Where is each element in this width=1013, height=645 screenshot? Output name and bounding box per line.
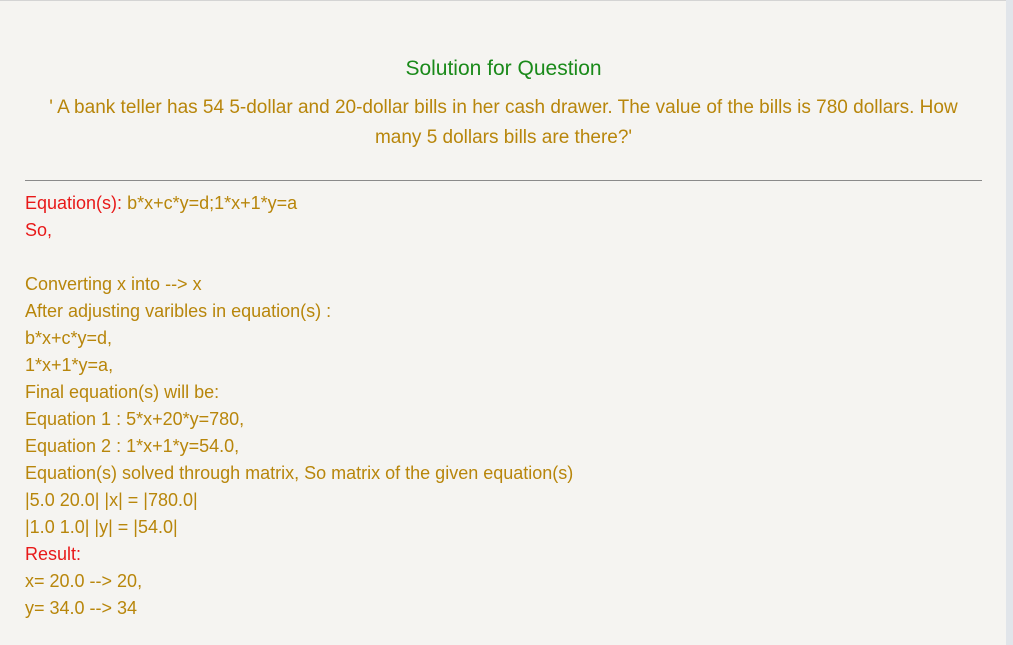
divider	[25, 180, 982, 181]
adjusted-equation-2: 1*x+1*y=a,	[25, 355, 114, 375]
equation-1: Equation 1 : 5*x+20*y=780,	[25, 409, 245, 429]
equation-2: Equation 2 : 1*x+1*y=54.0,	[25, 436, 240, 456]
converting-line: Converting x into --> x	[25, 274, 202, 294]
equations-line: Equation(s): b*x+c*y=d;1*x+1*y=a	[25, 190, 982, 217]
matrix-row-1: |5.0 20.0| |x| = |780.0|	[25, 490, 198, 510]
equations-label: Equation(s):	[25, 193, 123, 213]
solution-container: Solution for Question ' A bank teller ha…	[25, 0, 982, 622]
matrix-label: Equation(s) solved through matrix, So ma…	[25, 463, 574, 483]
matrix-row-2: |1.0 1.0| |y| = |54.0|	[25, 517, 178, 537]
so-label: So,	[25, 220, 53, 240]
equations-value: b*x+c*y=d;1*x+1*y=a	[122, 193, 298, 213]
question-text: ' A bank teller has 54 5-dollar and 20-d…	[49, 97, 958, 148]
right-edge-strip	[1006, 0, 1013, 645]
final-equations-label: Final equation(s) will be:	[25, 382, 220, 402]
result-y: y= 34.0 --> 34	[25, 598, 138, 618]
page-title: Solution for Question	[405, 57, 602, 80]
result-x: x= 20.0 --> 20,	[25, 571, 143, 591]
after-adjusting-line: After adjusting varibles in equation(s) …	[25, 301, 332, 321]
adjusted-equation-1: b*x+c*y=d,	[25, 328, 113, 348]
result-label: Result:	[25, 544, 82, 564]
solution-content: Equation(s): b*x+c*y=d;1*x+1*y=a So, Con…	[25, 190, 982, 622]
